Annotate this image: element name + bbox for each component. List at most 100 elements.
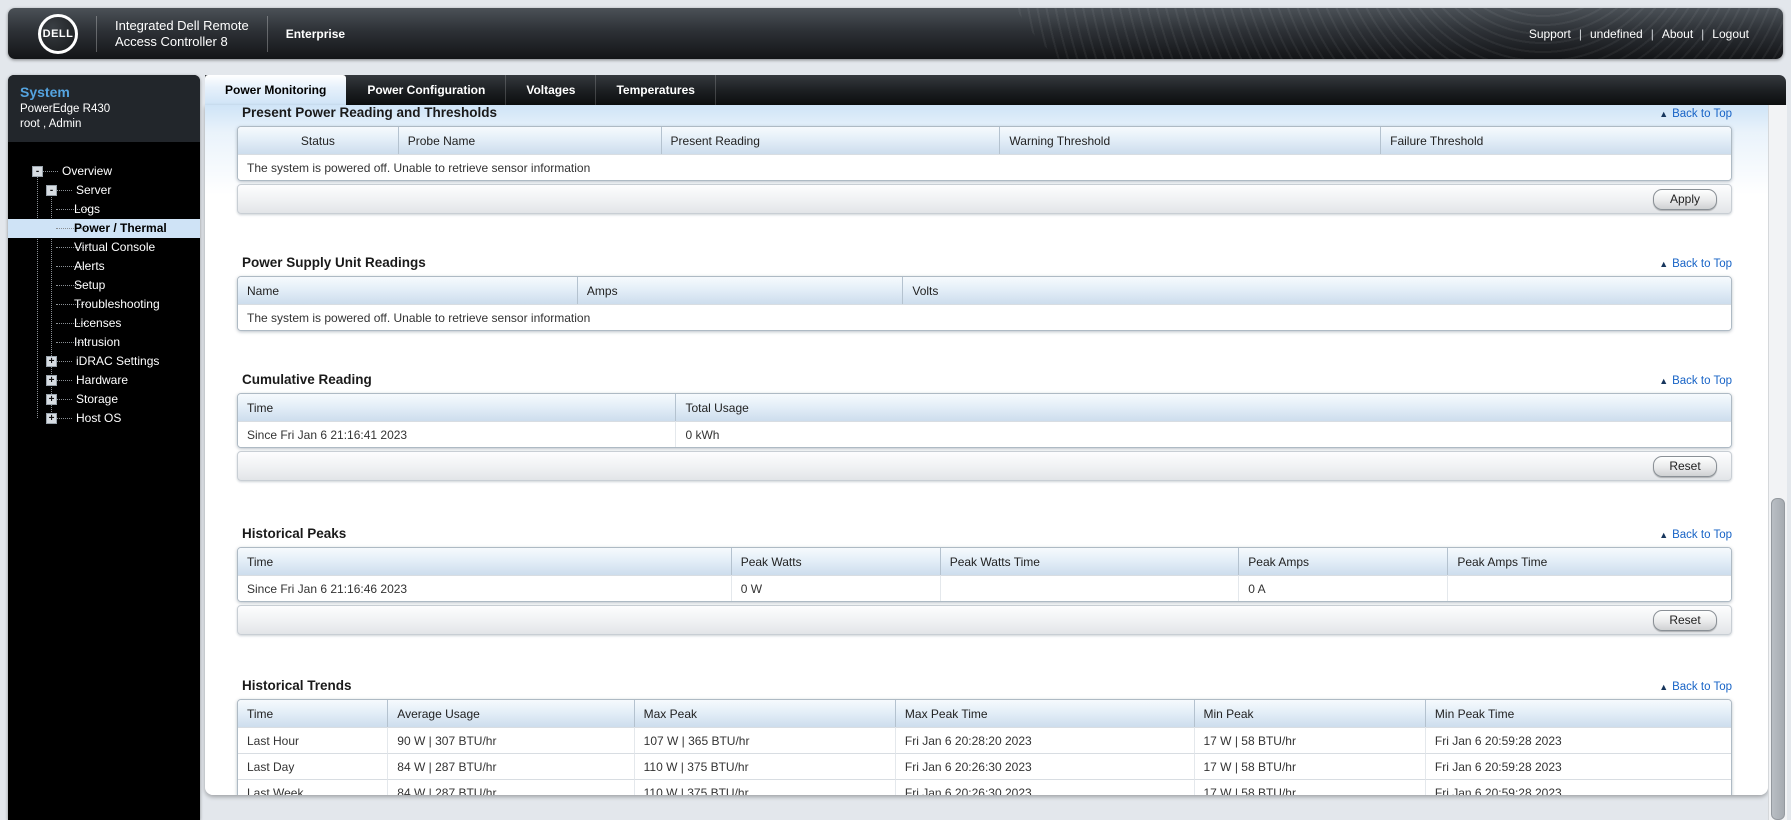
- column-header-amps: Amps: [576, 277, 903, 304]
- tab-power-configuration[interactable]: Power Configuration: [347, 75, 507, 105]
- sidebar-item-licenses[interactable]: Licenses: [8, 314, 200, 333]
- section-present-power-reading-and-thresholds: Present Power Reading and Thresholds ▲ Bac…: [237, 105, 1732, 214]
- sidebar-item-label: Host OS: [76, 411, 122, 425]
- sidebar-item-label: Troubleshooting: [74, 297, 160, 311]
- sidebar-item-setup[interactable]: Setup: [8, 276, 200, 295]
- table-row: Since Fri Jan 6 21:16:41 2023 0 kWh: [238, 421, 1731, 447]
- sidebar-item-label: Storage: [76, 392, 119, 406]
- top-link-about[interactable]: About: [1662, 27, 1693, 41]
- system-model: PowerEdge R430: [20, 103, 111, 115]
- expand-icon[interactable]: +: [46, 413, 57, 424]
- scrollbar-thumb[interactable]: [1771, 498, 1785, 820]
- button-strip: Reset: [237, 451, 1732, 481]
- column-header-time: Time: [238, 394, 676, 421]
- sidebar-item-overview[interactable]: - Overview: [8, 162, 200, 181]
- table-cell: 90 W | 307 BTU/hr: [387, 727, 634, 753]
- data-table: Status Probe Name Present Reading Warning T…: [237, 126, 1732, 181]
- collapse-icon[interactable]: -: [32, 166, 43, 177]
- top-links: Support | undefined | About | Logout: [1523, 27, 1783, 41]
- column-header-probe-name: Probe Name: [397, 127, 661, 154]
- table-cell: Fri Jan 6 20:26:30 2023: [894, 753, 1194, 779]
- back-to-top-link[interactable]: ▲ Back to Top: [1659, 681, 1732, 693]
- edition-label: Enterprise: [285, 26, 346, 41]
- expand-icon[interactable]: +: [46, 394, 57, 405]
- table-cell: [1447, 575, 1731, 601]
- sidebar: System PowerEdge R430 root , Admin - Over…: [8, 75, 200, 820]
- expand-icon[interactable]: +: [46, 356, 57, 367]
- data-table: Time Peak Watts Peak Watts Time Peak Amps Pe…: [237, 547, 1732, 602]
- collapse-icon[interactable]: -: [46, 185, 57, 196]
- arrow-up-icon: ▲: [1659, 682, 1669, 692]
- table-row: Last Week 84 W | 287 BTU/hr 110 W | 375 BT…: [238, 779, 1731, 795]
- section-title-row: Present Power Reading and Thresholds ▲ Bac…: [237, 105, 1732, 120]
- back-to-top-link[interactable]: ▲ Back to Top: [1659, 108, 1732, 120]
- sidebar-item-logs[interactable]: Logs: [8, 200, 200, 219]
- reset-button[interactable]: Reset: [1653, 609, 1717, 631]
- tree-stub: [57, 361, 72, 362]
- table-row: Last Hour 90 W | 307 BTU/hr 107 W | 365 BT…: [238, 727, 1731, 753]
- section-title-row: Power Supply Unit Readings ▲ Back to Top: [237, 250, 1732, 270]
- sidebar-item-host-os[interactable]: + Host OS: [8, 409, 200, 428]
- table-row: Since Fri Jan 6 21:16:46 2023 0 W 0 A: [238, 575, 1731, 601]
- tab-power-monitoring[interactable]: Power Monitoring: [205, 75, 347, 105]
- table-cell: Since Fri Jan 6 21:16:41 2023: [238, 421, 676, 447]
- column-header-peak-watts: Peak Watts: [730, 548, 940, 575]
- sidebar-item-label: Overview: [62, 164, 113, 178]
- sidebar-item-idrac-settings[interactable]: + iDRAC Settings: [8, 352, 200, 371]
- arrow-up-icon: ▲: [1659, 259, 1669, 269]
- section-title-row: Historical Trends ▲ Back to Top: [237, 673, 1732, 693]
- sidebar-item-troubleshooting[interactable]: Troubleshooting: [8, 295, 200, 314]
- table-cell: 0 kWh: [675, 421, 1731, 447]
- sidebar-item-label: Intrusion: [74, 335, 121, 349]
- back-to-top-link[interactable]: ▲ Back to Top: [1659, 258, 1732, 270]
- table-cell: 84 W | 287 BTU/hr: [387, 779, 634, 795]
- apply-button[interactable]: Apply: [1653, 188, 1717, 210]
- column-header-peak-amps-time: Peak Amps Time: [1447, 548, 1731, 575]
- sidebar-item-alerts[interactable]: Alerts: [8, 257, 200, 276]
- data-table: Time Total Usage Since Fri Jan 6 21:16:41 …: [237, 393, 1732, 448]
- back-to-top-link[interactable]: ▲ Back to Top: [1659, 375, 1732, 387]
- brand-area: DELL Integrated Dell Remote Access Contr…: [8, 13, 346, 54]
- link-separator: |: [1701, 26, 1705, 41]
- tab-temperatures[interactable]: Temperatures: [596, 75, 716, 105]
- table-cell: 0 A: [1238, 575, 1448, 601]
- table-cell: Last Week: [238, 779, 388, 795]
- sidebar-item-server[interactable]: - Server: [8, 181, 200, 200]
- product-title: Integrated Dell Remote Access Controller…: [115, 18, 249, 50]
- top-link-logout[interactable]: Logout: [1712, 27, 1749, 41]
- column-header-min-peak-time: Min Peak Time: [1424, 700, 1731, 727]
- section-title: Historical Trends: [242, 678, 352, 693]
- sidebar-item-label: Server: [76, 183, 112, 197]
- table-row: Last Day 84 W | 287 BTU/hr 110 W | 375 BTU…: [238, 753, 1731, 779]
- reset-button[interactable]: Reset: [1653, 455, 1717, 477]
- table-cell: Fri Jan 6 20:59:28 2023: [1424, 779, 1731, 795]
- section-title-row: Historical Peaks ▲ Back to Top: [237, 521, 1732, 541]
- button-strip: Reset: [237, 605, 1732, 635]
- link-separator: |: [1650, 26, 1654, 41]
- sidebar-item-virtual-console[interactable]: Virtual Console: [8, 238, 200, 257]
- back-to-top-link[interactable]: ▲ Back to Top: [1659, 529, 1732, 541]
- main-content: Present Power Reading and Thresholds ▲ Bac…: [205, 105, 1768, 795]
- expand-icon[interactable]: +: [46, 375, 57, 386]
- top-link-support[interactable]: Support: [1529, 27, 1571, 41]
- system-user: root , Admin: [20, 118, 82, 130]
- sidebar-item-intrusion[interactable]: Intrusion: [8, 333, 200, 352]
- data-table: Time Average Usage Max Peak Max Peak Time Mi…: [237, 699, 1732, 795]
- column-header-peak-watts-time: Peak Watts Time: [939, 548, 1239, 575]
- table-cell: [939, 575, 1239, 601]
- sidebar-item-power-thermal[interactable]: Power / Thermal: [8, 219, 200, 238]
- sidebar-item-label: Hardware: [76, 373, 129, 387]
- table-cell: 110 W | 375 BTU/hr: [633, 779, 895, 795]
- vertical-scrollbar[interactable]: [1768, 105, 1787, 820]
- sidebar-item-storage[interactable]: + Storage: [8, 390, 200, 409]
- arrow-up-icon: ▲: [1659, 530, 1669, 540]
- column-header-volts: Volts: [902, 277, 1731, 304]
- column-header-present-reading: Present Reading: [660, 127, 1000, 154]
- tab-voltages[interactable]: Voltages: [506, 75, 597, 105]
- top-link-undefined[interactable]: undefined: [1590, 27, 1643, 41]
- nav-tree: - Overview - Server Logs Power / Thermal Virtu…: [8, 148, 200, 428]
- sidebar-item-label: Licenses: [74, 316, 122, 330]
- column-header-min-peak: Min Peak: [1193, 700, 1425, 727]
- column-header-time: Time: [238, 700, 388, 727]
- sidebar-item-hardware[interactable]: + Hardware: [8, 371, 200, 390]
